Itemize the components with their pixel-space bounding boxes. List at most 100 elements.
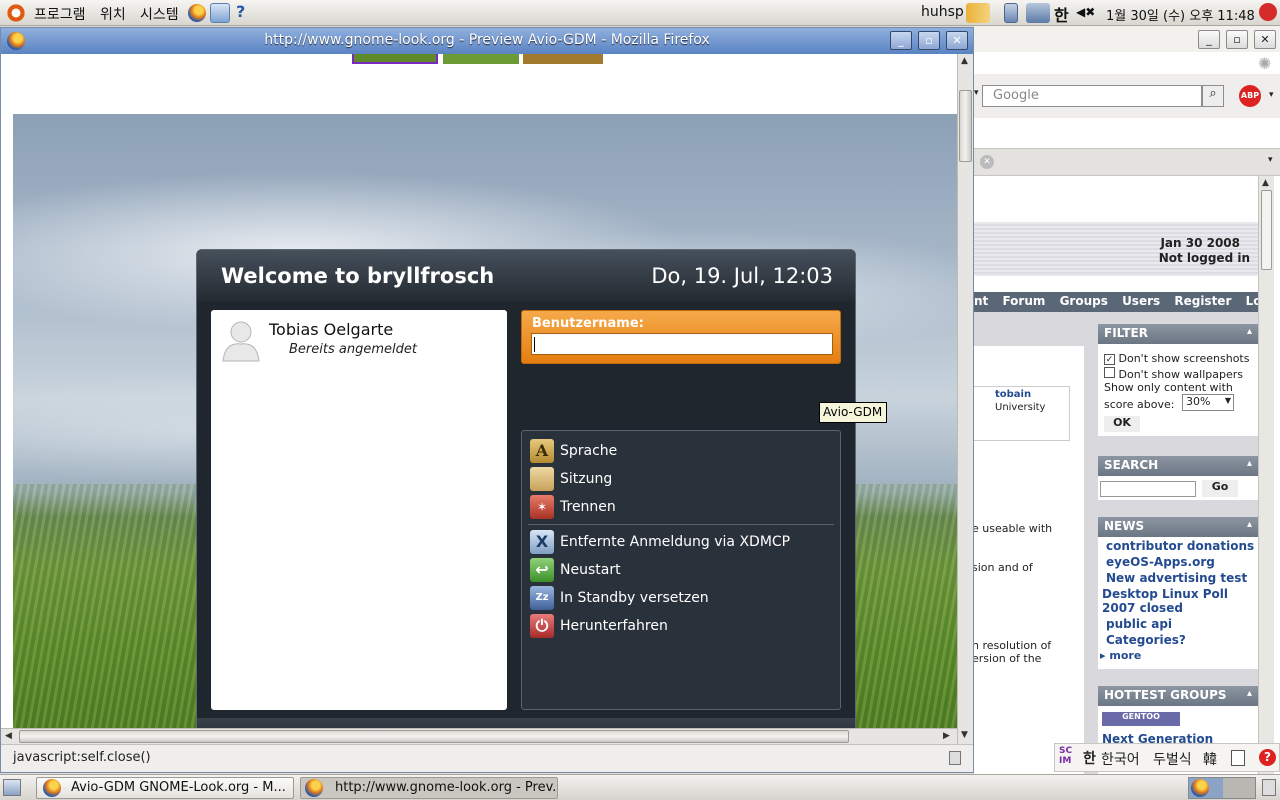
- scroll-down-icon[interactable]: ▼: [961, 730, 968, 740]
- window-titlebar[interactable]: http://www.gnome-look.org - Preview Avio…: [1, 28, 973, 54]
- filter-opt-screenshots[interactable]: ✓ Don't show screenshots: [1104, 352, 1249, 365]
- maximize-button[interactable]: ▫: [918, 31, 940, 50]
- ime-han[interactable]: 한: [1083, 748, 1096, 768]
- user-entry[interactable]: Tobias Oelgarte Bereits angemeldet: [211, 310, 507, 366]
- username-input[interactable]: [531, 333, 833, 355]
- vertical-scrollbar[interactable]: ▲ ▼: [957, 54, 973, 744]
- firefox-icon: [43, 779, 61, 797]
- menu-standby[interactable]: Zz In Standby versetzen: [530, 586, 830, 612]
- thumbnail-2[interactable]: [443, 54, 519, 64]
- ime-method[interactable]: 두벌식: [1153, 749, 1192, 769]
- checkbox-checked-icon[interactable]: ✓: [1104, 354, 1115, 365]
- mail-launcher-icon[interactable]: [210, 3, 230, 23]
- switch-user-icon[interactable]: [966, 3, 990, 23]
- bg-scroll-thumb[interactable]: [1261, 190, 1272, 270]
- scroll-up-icon[interactable]: ▲: [1262, 178, 1269, 188]
- filter-title[interactable]: FILTER: [1098, 324, 1258, 344]
- news-item[interactable]: Desktop Linux Poll 2007 closed: [1102, 587, 1258, 615]
- firefox-launcher-icon[interactable]: [188, 4, 206, 22]
- search-engine-dropdown[interactable]: ▾: [974, 88, 979, 98]
- site-search-input[interactable]: [1100, 481, 1196, 497]
- menu-restart[interactable]: ↩ Neustart: [530, 558, 830, 584]
- menu-system[interactable]: 시스템: [140, 4, 179, 24]
- vertical-scroll-thumb[interactable]: [959, 90, 972, 162]
- nav-forum[interactable]: Forum: [1002, 294, 1045, 308]
- ime-setup-icon[interactable]: [1231, 750, 1245, 766]
- news-more-link[interactable]: ▸ more: [1100, 649, 1258, 662]
- trash-icon[interactable]: [1262, 779, 1276, 796]
- thumbnail-1[interactable]: [352, 54, 438, 64]
- show-desktop-icon[interactable]: [3, 779, 21, 796]
- scroll-right-icon[interactable]: ▶: [943, 731, 950, 741]
- network-icon[interactable]: [1026, 3, 1050, 23]
- menu-session[interactable]: Sitzung: [530, 467, 830, 493]
- news-item[interactable]: Categories?: [1106, 633, 1258, 647]
- tab-list-icon[interactable]: ▾: [1268, 155, 1273, 165]
- taskbar-item[interactable]: Avio-GDM GNOME-Look.org - M...: [36, 777, 294, 799]
- bg-maximize-button[interactable]: ▫: [1226, 30, 1248, 49]
- adblock-dropdown-icon[interactable]: ▾: [1269, 90, 1274, 100]
- minimize-button[interactable]: _: [890, 31, 912, 50]
- menu-disconnect[interactable]: ✶ Trennen: [530, 495, 830, 521]
- nav-groups[interactable]: Groups: [1060, 294, 1108, 308]
- nav-item[interactable]: nt: [974, 294, 988, 308]
- ubuntu-logo-icon[interactable]: [6, 3, 26, 23]
- site-search-go[interactable]: Go: [1202, 480, 1238, 497]
- scroll-up-icon[interactable]: ▲: [961, 56, 968, 66]
- avatar-icon: [222, 321, 260, 362]
- news-item[interactable]: eyeOS-Apps.org: [1106, 555, 1258, 569]
- horizontal-scroll-thumb[interactable]: [19, 730, 849, 743]
- gentoo-badge[interactable]: GENTOO: [1102, 712, 1180, 726]
- nav-users[interactable]: Users: [1122, 294, 1160, 308]
- ime-help-icon[interactable]: ?: [1259, 749, 1276, 766]
- menu-applications[interactable]: 프로그램: [34, 4, 86, 24]
- news-item[interactable]: public api: [1106, 617, 1258, 631]
- ime-hanja[interactable]: 韓: [1203, 749, 1217, 769]
- nav-register[interactable]: Register: [1174, 294, 1231, 308]
- scroll-left-icon[interactable]: ◀: [5, 731, 12, 741]
- filter-ok-button[interactable]: OK: [1104, 416, 1140, 432]
- taskbar-item-label: http://www.gnome-look.org - Prev...: [335, 780, 558, 795]
- ime-indicator[interactable]: 한: [1054, 2, 1069, 26]
- filter-opt-wallpapers[interactable]: Don't show wallpapers: [1104, 367, 1243, 381]
- ime-language[interactable]: 한국어: [1101, 749, 1140, 769]
- status-clipboard-icon[interactable]: [949, 751, 961, 765]
- workspace-switcher[interactable]: [1188, 777, 1256, 799]
- gdm-preview-image[interactable]: Welcome to bryllfrosch Do, 19. Jul, 12:0…: [13, 114, 957, 744]
- adblock-button[interactable]: ABP: [1239, 85, 1261, 107]
- battery-icon[interactable]: [1004, 3, 1018, 23]
- news-title[interactable]: NEWS: [1098, 517, 1258, 537]
- menu-language[interactable]: A Sprache: [530, 439, 830, 465]
- close-button[interactable]: ✕: [946, 31, 968, 50]
- bg-close-button[interactable]: ✕: [1254, 30, 1276, 49]
- clock[interactable]: 1월 30일 (수) 오후 11:48: [1106, 5, 1255, 24]
- status-text: javascript:self.close(): [13, 750, 151, 765]
- news-item[interactable]: New advertising test: [1106, 571, 1258, 585]
- search-input[interactable]: Google: [982, 85, 1202, 107]
- workspace-2[interactable]: [1223, 778, 1255, 798]
- horizontal-scrollbar[interactable]: ◀ ▶: [1, 728, 957, 744]
- volume-icon[interactable]: ◀✖: [1076, 5, 1095, 19]
- tab-close-icon[interactable]: ✕: [980, 155, 994, 169]
- menu-xdmcp[interactable]: X Entfernte Anmeldung via XDMCP: [530, 530, 830, 556]
- search-go-icon[interactable]: ⌕: [1202, 85, 1224, 107]
- user-name[interactable]: huhsp: [921, 4, 964, 20]
- bg-minimize-button[interactable]: _: [1198, 30, 1220, 49]
- menu-shutdown[interactable]: ⏻ Herunterfahren: [530, 614, 830, 640]
- menu-places[interactable]: 위치: [100, 4, 126, 24]
- score-select[interactable]: 30% ▼: [1182, 394, 1234, 411]
- card-user-link[interactable]: tobain: [995, 389, 1031, 400]
- thumbnail-3[interactable]: [523, 54, 603, 64]
- news-item[interactable]: contributor donations: [1106, 539, 1258, 553]
- help-icon[interactable]: ?: [236, 2, 245, 21]
- power-icon[interactable]: [1259, 3, 1277, 21]
- scim-logo-icon[interactable]: SC IM: [1059, 746, 1072, 766]
- filter-opt1-label: Don't show screenshots: [1118, 352, 1250, 365]
- hottest-title[interactable]: HOTTEST GROUPS: [1098, 686, 1258, 706]
- checkbox-icon[interactable]: [1104, 367, 1115, 378]
- top-panel: 프로그램 위치 시스템 ? huhsp 한 ◀✖ 1월 30일 (수) 오후 1…: [0, 0, 1280, 26]
- throbber-icon: ✺: [1258, 54, 1272, 73]
- search-title[interactable]: SEARCH: [1098, 456, 1258, 476]
- taskbar-item-active[interactable]: http://www.gnome-look.org - Prev...: [300, 777, 558, 799]
- bg-scrollbar[interactable]: ▲: [1258, 176, 1274, 774]
